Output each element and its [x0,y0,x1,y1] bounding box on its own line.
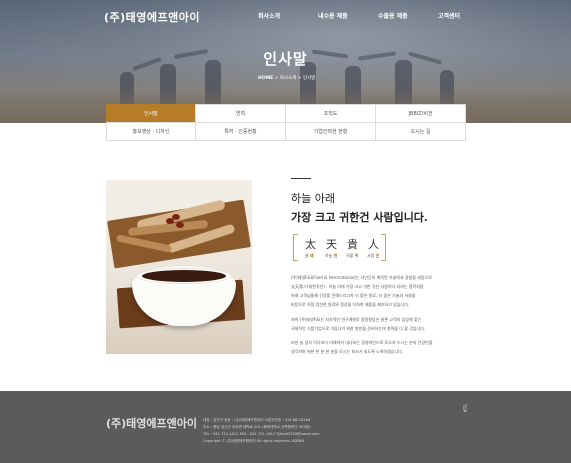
jujube [172,214,180,220]
hanja-char: 貴 [347,238,358,251]
jujube [176,222,184,228]
herbal-tea [142,270,226,282]
footer-company-info: 대표 : 김인석 상호 : (주)태영에프앤아이 사업자번호 : 314-86-… [203,418,320,443]
herbal-tea-photo [106,180,252,354]
tab-workforce[interactable]: 기업인력현 현황 [285,122,376,141]
page-title: 인사말 [263,50,308,68]
hanja-reading: 클 태 [305,253,314,258]
nav-item-domestic[interactable]: 내수용 제품 [318,11,348,20]
bracket-left [293,234,298,261]
tab-vision[interactable]: JBBIZ/비전 [375,104,466,123]
greeting-paragraph-2: 저희 (주)태영F&I는 지속적인 연구개발로 품질향상은 물론 고객의 입장에… [291,317,426,331]
tab-history[interactable]: 연혁 [195,104,286,123]
tab-greeting[interactable]: 인사말 [106,104,196,123]
heading-divider [291,178,311,179]
tab-organization[interactable]: 조직도 [285,104,376,123]
nav-item-support[interactable]: 고객센터 [438,11,460,20]
greeting-paragraph-3: 또한 늘 앞서 이익보다 미래까지 내다보는 경영마인드로 모오지 드시는 분의… [291,340,433,354]
greeting-heading-line1: 하늘 아래 [291,192,335,205]
bracket-right [381,234,386,261]
hanja-char: 人 [368,238,379,251]
tab-patents[interactable]: 특허 · 인증현황 [195,122,286,141]
sub-nav-tabs: 인사말 연혁 조직도 JBBIZ/비전 홍보영상 · 디자인 특허 · 인증현황… [106,104,466,142]
site-logo[interactable]: (주)태영에프앤아이 [104,9,200,25]
greeting-paragraph-1: (주)태영F&I(Food & International)는 다년간의 축적된… [291,275,432,307]
breadcrumb-path: > 회사소개 > 인사말 [273,76,316,81]
breadcrumb: HOME > 회사소개 > 인사말 [258,75,315,81]
greeting-heading-line2: 가장 크고 귀한건 사람입니다. [291,211,428,224]
tab-directions[interactable]: 오시는 길 [375,122,466,141]
scroll-top-button[interactable]: TOP [462,404,467,412]
footer-logo: (주)태영에프앤아이 [106,417,198,430]
hanja-reading: 하늘 천 [325,253,338,258]
hanja-char: 天 [326,238,337,251]
hanja-reading: 귀할 귀 [346,253,359,258]
nav-item-export[interactable]: 수출용 제품 [378,11,408,20]
breadcrumb-home[interactable]: HOME [258,76,273,81]
nav-item-company[interactable]: 회사소개 [258,11,280,20]
hanja-reading: 사람 인 [367,253,380,258]
hanja-char: 太 [305,238,316,251]
tab-promo-video[interactable]: 홍보영상 · 디자인 [106,122,196,141]
